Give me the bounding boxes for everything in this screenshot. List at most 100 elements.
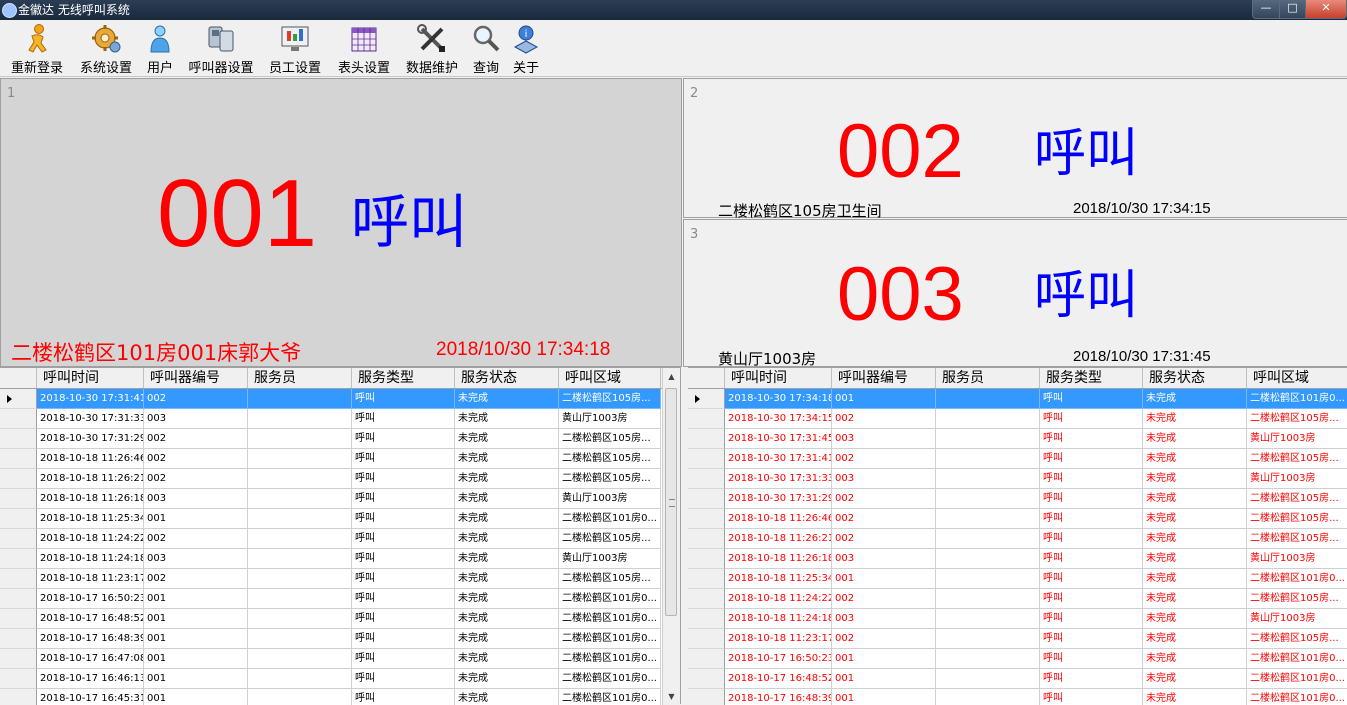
column-header[interactable]: 呼叫时间 xyxy=(37,368,144,388)
row-header[interactable] xyxy=(0,409,37,429)
row-header[interactable] xyxy=(688,429,725,449)
table-row[interactable]: 2018-10-17 16:48:52 001 呼叫 未完成 二楼松鹤区101房0... xyxy=(37,609,661,629)
table-cell: 未完成 xyxy=(1143,589,1247,609)
table-row[interactable]: 2018-10-18 11:25:34 001 呼叫 未完成 二楼松鹤区101房0... xyxy=(37,509,661,529)
system-settings-button[interactable]: 系统设置 xyxy=(76,23,136,76)
table-row[interactable]: 2018-10-30 17:31:33 003 呼叫 未完成 黄山厅1003房 xyxy=(37,409,661,429)
row-header[interactable] xyxy=(0,389,37,409)
table-row[interactable]: 2018-10-18 11:26:46 002 呼叫 未完成 二楼松鹤区105房... xyxy=(37,449,661,469)
row-header[interactable] xyxy=(0,569,37,589)
row-header[interactable] xyxy=(0,609,37,629)
vertical-scrollbar[interactable]: ▲ ▼ xyxy=(662,368,680,705)
table-cell: 呼叫 xyxy=(1040,609,1143,629)
about-button[interactable]: i 关于 xyxy=(508,23,544,76)
table-row[interactable]: 2018-10-18 11:23:17 002 呼叫 未完成 二楼松鹤区105房... xyxy=(37,569,661,589)
table-row[interactable]: 2018-10-18 11:24:18 003 呼叫 未完成 黄山厅1003房 xyxy=(37,549,661,569)
column-header[interactable]: 呼叫时间 xyxy=(725,368,832,388)
column-header[interactable]: 呼叫器编号 xyxy=(832,368,936,388)
row-header[interactable] xyxy=(688,409,725,429)
user-button[interactable]: 用户 xyxy=(142,23,178,76)
table-cell: 黄山厅1003房 xyxy=(559,549,661,569)
staff-settings-button[interactable]: 员工设置 xyxy=(264,23,326,76)
call-history-grid[interactable]: 呼叫时间 呼叫器编号 服务员 服务类型 服务状态 呼叫区域 ▲ ▼ 2018-10-30 … xyxy=(0,367,680,705)
table-row[interactable]: 2018-10-17 16:50:23 001 呼叫 未完成 二楼松鹤区101房0... xyxy=(725,649,1347,669)
column-header[interactable]: 服务状态 xyxy=(455,368,559,388)
table-row[interactable]: 2018-10-30 17:31:29 002 呼叫 未完成 二楼松鹤区105房... xyxy=(725,489,1347,509)
row-header[interactable] xyxy=(0,549,37,569)
table-row[interactable]: 2018-10-18 11:24:22 002 呼叫 未完成 二楼松鹤区105房... xyxy=(725,589,1347,609)
table-row[interactable]: 2018-10-30 17:31:29 002 呼叫 未完成 二楼松鹤区105房... xyxy=(37,429,661,449)
column-header[interactable]: 呼叫器编号 xyxy=(144,368,248,388)
row-header[interactable] xyxy=(688,629,725,649)
table-row[interactable]: 2018-10-17 16:45:31 001 呼叫 未完成 二楼松鹤区101房0... xyxy=(37,689,661,705)
table-row[interactable]: 2018-10-30 17:34:15 002 呼叫 未完成 二楼松鹤区105房... xyxy=(725,409,1347,429)
row-header[interactable] xyxy=(0,589,37,609)
table-row[interactable]: 2018-10-18 11:26:21 002 呼叫 未完成 二楼松鹤区105房... xyxy=(725,529,1347,549)
table-cell xyxy=(936,529,1040,549)
row-header[interactable] xyxy=(0,429,37,449)
table-row[interactable]: 2018-10-30 17:31:41 002 呼叫 未完成 二楼松鹤区105房... xyxy=(37,389,661,409)
row-header[interactable] xyxy=(0,689,37,705)
column-header[interactable]: 呼叫区域 xyxy=(1247,368,1347,388)
header-settings-button[interactable]: 表头设置 xyxy=(333,23,395,76)
table-row[interactable]: 2018-10-30 17:31:41 002 呼叫 未完成 二楼松鹤区105房... xyxy=(725,449,1347,469)
row-header[interactable] xyxy=(688,669,725,689)
table-row[interactable]: 2018-10-17 16:46:13 001 呼叫 未完成 二楼松鹤区101房0... xyxy=(37,669,661,689)
row-header[interactable] xyxy=(0,629,37,649)
row-header[interactable] xyxy=(688,649,725,669)
scroll-thumb[interactable] xyxy=(665,388,677,616)
row-header[interactable] xyxy=(688,469,725,489)
row-header[interactable] xyxy=(0,669,37,689)
minimize-button[interactable]: — xyxy=(1252,0,1280,19)
table-row[interactable]: 2018-10-18 11:24:18 003 呼叫 未完成 黄山厅1003房 xyxy=(725,609,1347,629)
table-row[interactable]: 2018-10-18 11:23:17 002 呼叫 未完成 二楼松鹤区105房... xyxy=(725,629,1347,649)
row-header[interactable] xyxy=(0,649,37,669)
row-header[interactable] xyxy=(0,509,37,529)
column-header[interactable]: 呼叫区域 xyxy=(559,368,661,388)
close-button[interactable]: ✕ xyxy=(1305,0,1347,19)
table-row[interactable]: 2018-10-17 16:50:23 001 呼叫 未完成 二楼松鹤区101房0... xyxy=(37,589,661,609)
row-header[interactable] xyxy=(0,529,37,549)
data-maintenance-button[interactable]: 数据维护 xyxy=(401,23,463,76)
row-header[interactable] xyxy=(688,529,725,549)
row-header[interactable] xyxy=(688,449,725,469)
scroll-up-arrow-icon[interactable]: ▲ xyxy=(663,368,680,385)
relogin-button[interactable]: 重新登录 xyxy=(6,23,68,76)
table-row[interactable]: 2018-10-18 11:26:18 003 呼叫 未完成 黄山厅1003房 xyxy=(725,549,1347,569)
row-header[interactable] xyxy=(0,469,37,489)
table-row[interactable]: 2018-10-18 11:26:21 002 呼叫 未完成 二楼松鹤区105房... xyxy=(37,469,661,489)
table-row[interactable]: 2018-10-17 16:48:52 001 呼叫 未完成 二楼松鹤区101房0... xyxy=(725,669,1347,689)
table-cell: 二楼松鹤区105房... xyxy=(1247,529,1347,549)
table-cell: 呼叫 xyxy=(1040,389,1143,409)
table-row[interactable]: 2018-10-17 16:47:08 001 呼叫 未完成 二楼松鹤区101房0... xyxy=(37,649,661,669)
column-header[interactable]: 服务员 xyxy=(248,368,352,388)
row-header[interactable] xyxy=(0,449,37,469)
column-header[interactable]: 服务状态 xyxy=(1143,368,1247,388)
table-row[interactable]: 2018-10-17 16:48:39 001 呼叫 未完成 二楼松鹤区101房0... xyxy=(725,689,1347,705)
scroll-down-arrow-icon[interactable]: ▼ xyxy=(663,688,680,705)
row-header[interactable] xyxy=(688,609,725,629)
row-header[interactable] xyxy=(0,489,37,509)
table-row[interactable]: 2018-10-17 16:48:39 001 呼叫 未完成 二楼松鹤区101房0... xyxy=(37,629,661,649)
row-header[interactable] xyxy=(688,389,725,409)
table-row[interactable]: 2018-10-30 17:31:45 003 呼叫 未完成 黄山厅1003房 xyxy=(725,429,1347,449)
pager-settings-button[interactable]: 呼叫器设置 xyxy=(183,23,259,76)
table-row[interactable]: 2018-10-18 11:26:18 003 呼叫 未完成 黄山厅1003房 xyxy=(37,489,661,509)
row-header[interactable] xyxy=(688,549,725,569)
row-header[interactable] xyxy=(688,569,725,589)
column-header[interactable]: 服务类型 xyxy=(1040,368,1143,388)
row-header[interactable] xyxy=(688,489,725,509)
column-header[interactable]: 服务员 xyxy=(936,368,1040,388)
table-row[interactable]: 2018-10-30 17:31:33 003 呼叫 未完成 黄山厅1003房 xyxy=(725,469,1347,489)
active-calls-grid[interactable]: 呼叫时间 呼叫器编号 服务员 服务类型 服务状态 呼叫区域 2018-10-30 17:3… xyxy=(688,367,1347,705)
table-row[interactable]: 2018-10-30 17:34:18 001 呼叫 未完成 二楼松鹤区101房0... xyxy=(725,389,1347,409)
maximize-button[interactable]: □ xyxy=(1279,0,1306,19)
row-header[interactable] xyxy=(688,589,725,609)
column-header[interactable]: 服务类型 xyxy=(352,368,455,388)
table-row[interactable]: 2018-10-18 11:26:46 002 呼叫 未完成 二楼松鹤区105房... xyxy=(725,509,1347,529)
row-header[interactable] xyxy=(688,509,725,529)
row-header[interactable] xyxy=(688,689,725,705)
table-row[interactable]: 2018-10-18 11:25:34 001 呼叫 未完成 二楼松鹤区101房0... xyxy=(725,569,1347,589)
table-row[interactable]: 2018-10-18 11:24:22 002 呼叫 未完成 二楼松鹤区105房... xyxy=(37,529,661,549)
query-button[interactable]: 查询 xyxy=(468,23,504,76)
